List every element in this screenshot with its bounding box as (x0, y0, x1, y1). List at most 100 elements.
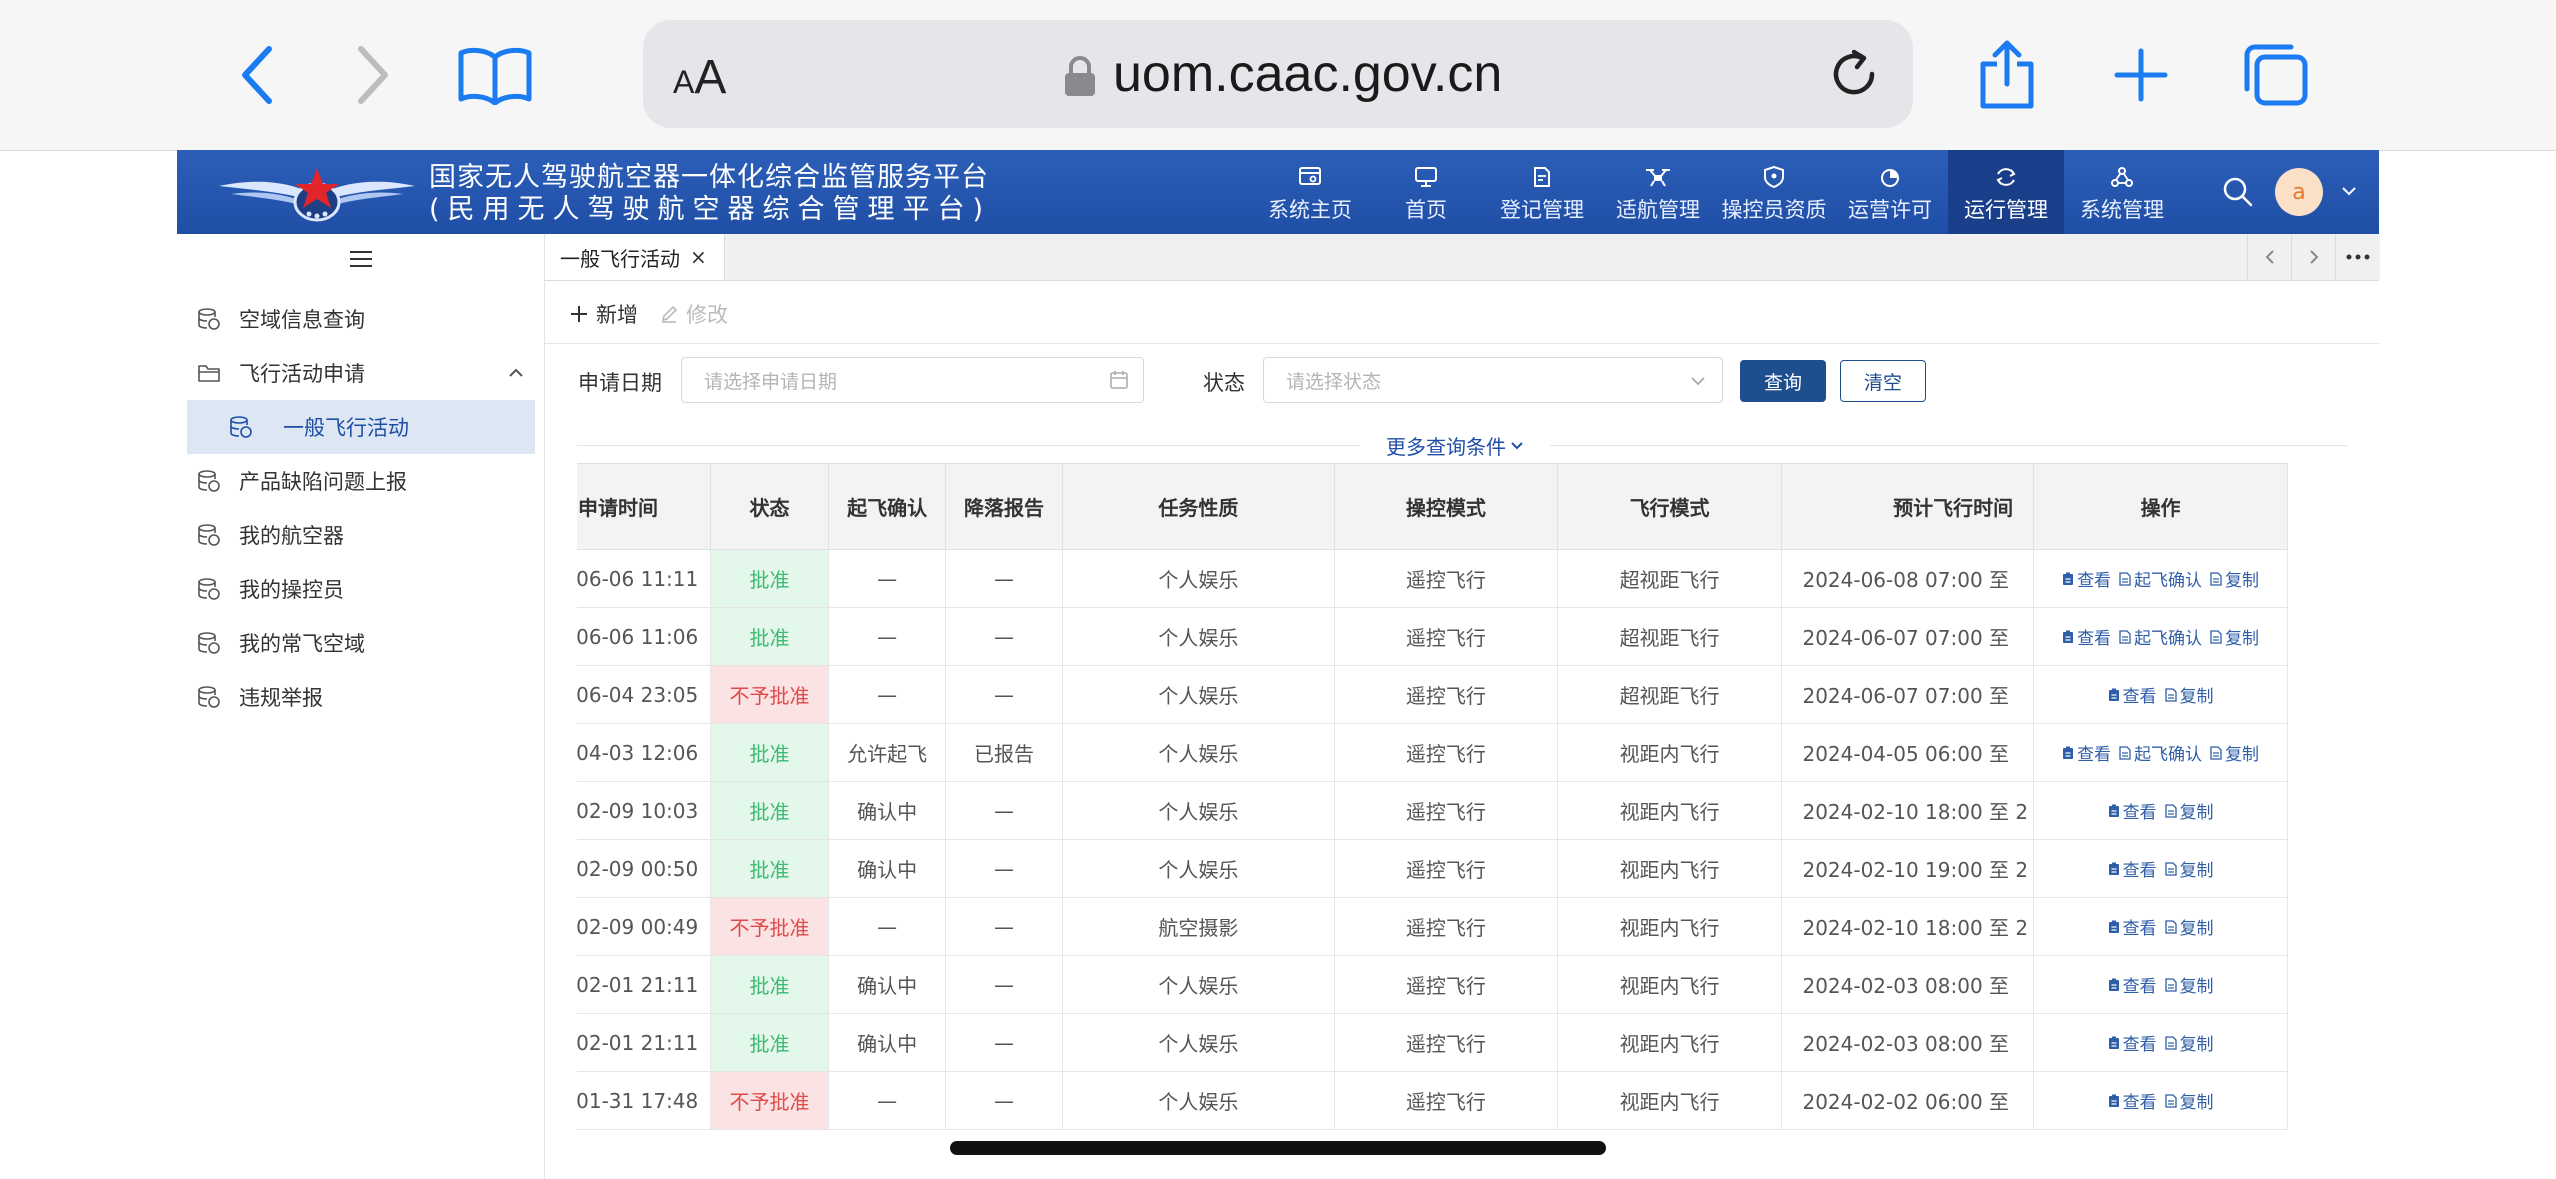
nav-register[interactable]: 登记管理 (1484, 150, 1600, 234)
col-header[interactable]: 申请时间 (577, 463, 712, 550)
close-icon[interactable]: × (690, 245, 707, 269)
takeoff-confirm-link[interactable]: 起飞确认 (2119, 740, 2202, 765)
task-type-cell: 个人娱乐 (1061, 955, 1336, 1014)
view-link[interactable]: 查看 (2108, 1088, 2157, 1113)
col-header[interactable]: 降落报告 (945, 463, 1063, 550)
col-header[interactable]: 任务性质 (1061, 463, 1336, 550)
nav-operation-management[interactable]: 运行管理 (1948, 150, 2064, 234)
sidebar-item-frequent-airspace[interactable]: 我的常飞空域 (177, 616, 544, 670)
col-header[interactable]: 预计飞行时间 (1781, 463, 2035, 550)
menu-toggle-icon[interactable] (350, 250, 372, 268)
clear-button[interactable]: 清空 (1840, 360, 1926, 402)
takeoff-confirm-link[interactable]: 起飞确认 (2119, 624, 2202, 649)
chevron-down-icon[interactable] (2341, 186, 2357, 196)
apply-time-cell: 2024-06-06 11:11 (577, 549, 712, 608)
view-link[interactable]: 查看 (2062, 566, 2111, 591)
copy-label: 复制 (2179, 919, 2214, 939)
view-label: 查看 (2077, 629, 2112, 649)
add-button[interactable]: 新增 (570, 299, 638, 329)
view-link[interactable]: 查看 (2108, 972, 2157, 997)
document-icon (2164, 977, 2177, 992)
col-header[interactable]: 操控模式 (1334, 463, 1558, 550)
edit-label: 修改 (686, 303, 728, 327)
shield-icon (1764, 166, 1784, 188)
copy-link[interactable]: 复制 (2164, 682, 2214, 707)
document-icon (2164, 687, 2177, 702)
document-icon (2119, 745, 2131, 760)
forward-button[interactable] (338, 40, 408, 110)
search-icon[interactable] (2221, 175, 2255, 209)
col-header[interactable]: 飞行模式 (1556, 463, 1783, 550)
nav-label: 系统主页 (1268, 198, 1352, 222)
copy-link[interactable]: 复制 (2164, 798, 2214, 823)
table-row: 2024-06-06 11:11批准——个人娱乐遥控飞行超视距飞行2024-06… (577, 549, 2288, 608)
view-link[interactable]: 查看 (2062, 624, 2111, 649)
sidebar-item-violation-report[interactable]: 违规举报 (177, 670, 544, 724)
planned-time-cell: 2024-02-10 19:00 至 2 (1781, 839, 2035, 898)
sidebar-item-flight-activity-application[interactable]: 飞行活动申请 (177, 346, 544, 400)
address-field[interactable]: AA uom.caac.gov.cn (643, 20, 1913, 128)
nav-system-home[interactable]: 系统主页 (1252, 150, 1368, 234)
sidebar-item-my-aircraft[interactable]: 我的航空器 (177, 508, 544, 562)
nav-operation-license[interactable]: 运营许可 (1832, 150, 1948, 234)
copy-link[interactable]: 复制 (2164, 972, 2214, 997)
tab-scroll-right-button[interactable] (2291, 234, 2336, 280)
nav-operator-qualification[interactable]: 操控员资质 (1716, 150, 1832, 234)
new-tab-button[interactable] (2106, 40, 2176, 110)
tab-scroll-left-button[interactable] (2247, 234, 2292, 280)
date-picker-input[interactable]: 请选择申请日期 (681, 357, 1144, 403)
status-cell: 批准 (710, 781, 829, 840)
reload-icon[interactable] (1828, 48, 1880, 100)
nav-home[interactable]: 首页 (1368, 150, 1484, 234)
chevron-up-icon[interactable] (508, 368, 524, 378)
bookmarks-button[interactable] (455, 40, 535, 110)
status-select[interactable]: 请选择状态 (1263, 357, 1723, 403)
confirm-label: 起飞确认 (2134, 745, 2203, 765)
reader-settings-button[interactable]: AA (673, 50, 726, 104)
takeoff-confirm-link[interactable]: 起飞确认 (2119, 566, 2202, 591)
copy-link[interactable]: 复制 (2210, 740, 2259, 765)
actions-cell: 查看 复制 (2033, 897, 2288, 956)
nav-system-management[interactable]: 系统管理 (2064, 150, 2180, 234)
view-link[interactable]: 查看 (2108, 856, 2157, 881)
avatar[interactable]: a (2275, 168, 2323, 216)
col-header[interactable]: 状态 (710, 463, 829, 550)
sidebar-item-defect-report[interactable]: 产品缺陷问题上报 (177, 454, 544, 508)
table-row: 2024-02-09 00:49不予批准——航空摄影遥控飞行视距内飞行2024-… (577, 897, 2288, 956)
status-cell: 不予批准 (710, 897, 829, 956)
tab-general-flight-activity[interactable]: 一般飞行活动 × (545, 234, 725, 280)
sidebar-item-airspace-query[interactable]: 空域信息查询 (177, 292, 544, 346)
sidebar-item-my-operators[interactable]: 我的操控员 (177, 562, 544, 616)
view-link[interactable]: 查看 (2062, 740, 2111, 765)
tab-more-button[interactable] (2335, 234, 2380, 280)
copy-link[interactable]: 复制 (2164, 914, 2214, 939)
clipboard-icon (2108, 862, 2119, 875)
view-link[interactable]: 查看 (2108, 1030, 2157, 1055)
nav-airworthiness[interactable]: 适航管理 (1600, 150, 1716, 234)
query-button[interactable]: 查询 (1740, 360, 1826, 402)
network-icon (2111, 167, 2133, 187)
actions-cell: 查看 复制 (2033, 955, 2288, 1014)
copy-link[interactable]: 复制 (2210, 624, 2259, 649)
copy-link[interactable]: 复制 (2210, 566, 2259, 591)
landing-report-cell: — (945, 781, 1063, 840)
sidebar-item-general-flight-activity[interactable]: 一般飞行活动 (187, 400, 535, 454)
more-conditions-toggle[interactable]: 更多查询条件 (1360, 431, 1550, 460)
view-link[interactable]: 查看 (2108, 914, 2157, 939)
view-link[interactable]: 查看 (2108, 798, 2157, 823)
nav-label: 运行管理 (1964, 198, 2048, 222)
col-header[interactable]: 起飞确认 (827, 463, 947, 550)
takeoff-confirm-cell: — (827, 665, 947, 724)
view-label: 查看 (2122, 1035, 2157, 1055)
col-header: 操作 (2033, 463, 2288, 550)
share-button[interactable] (1972, 40, 2042, 110)
tabs-button[interactable] (2240, 40, 2310, 110)
actions-cell: 查看 复制 (2033, 781, 2288, 840)
view-link[interactable]: 查看 (2108, 682, 2157, 707)
caac-logo (219, 168, 415, 222)
back-button[interactable] (222, 40, 292, 110)
copy-link[interactable]: 复制 (2164, 856, 2214, 881)
copy-link[interactable]: 复制 (2164, 1030, 2214, 1055)
edit-button[interactable]: 修改 (660, 299, 728, 329)
copy-link[interactable]: 复制 (2164, 1088, 2214, 1113)
